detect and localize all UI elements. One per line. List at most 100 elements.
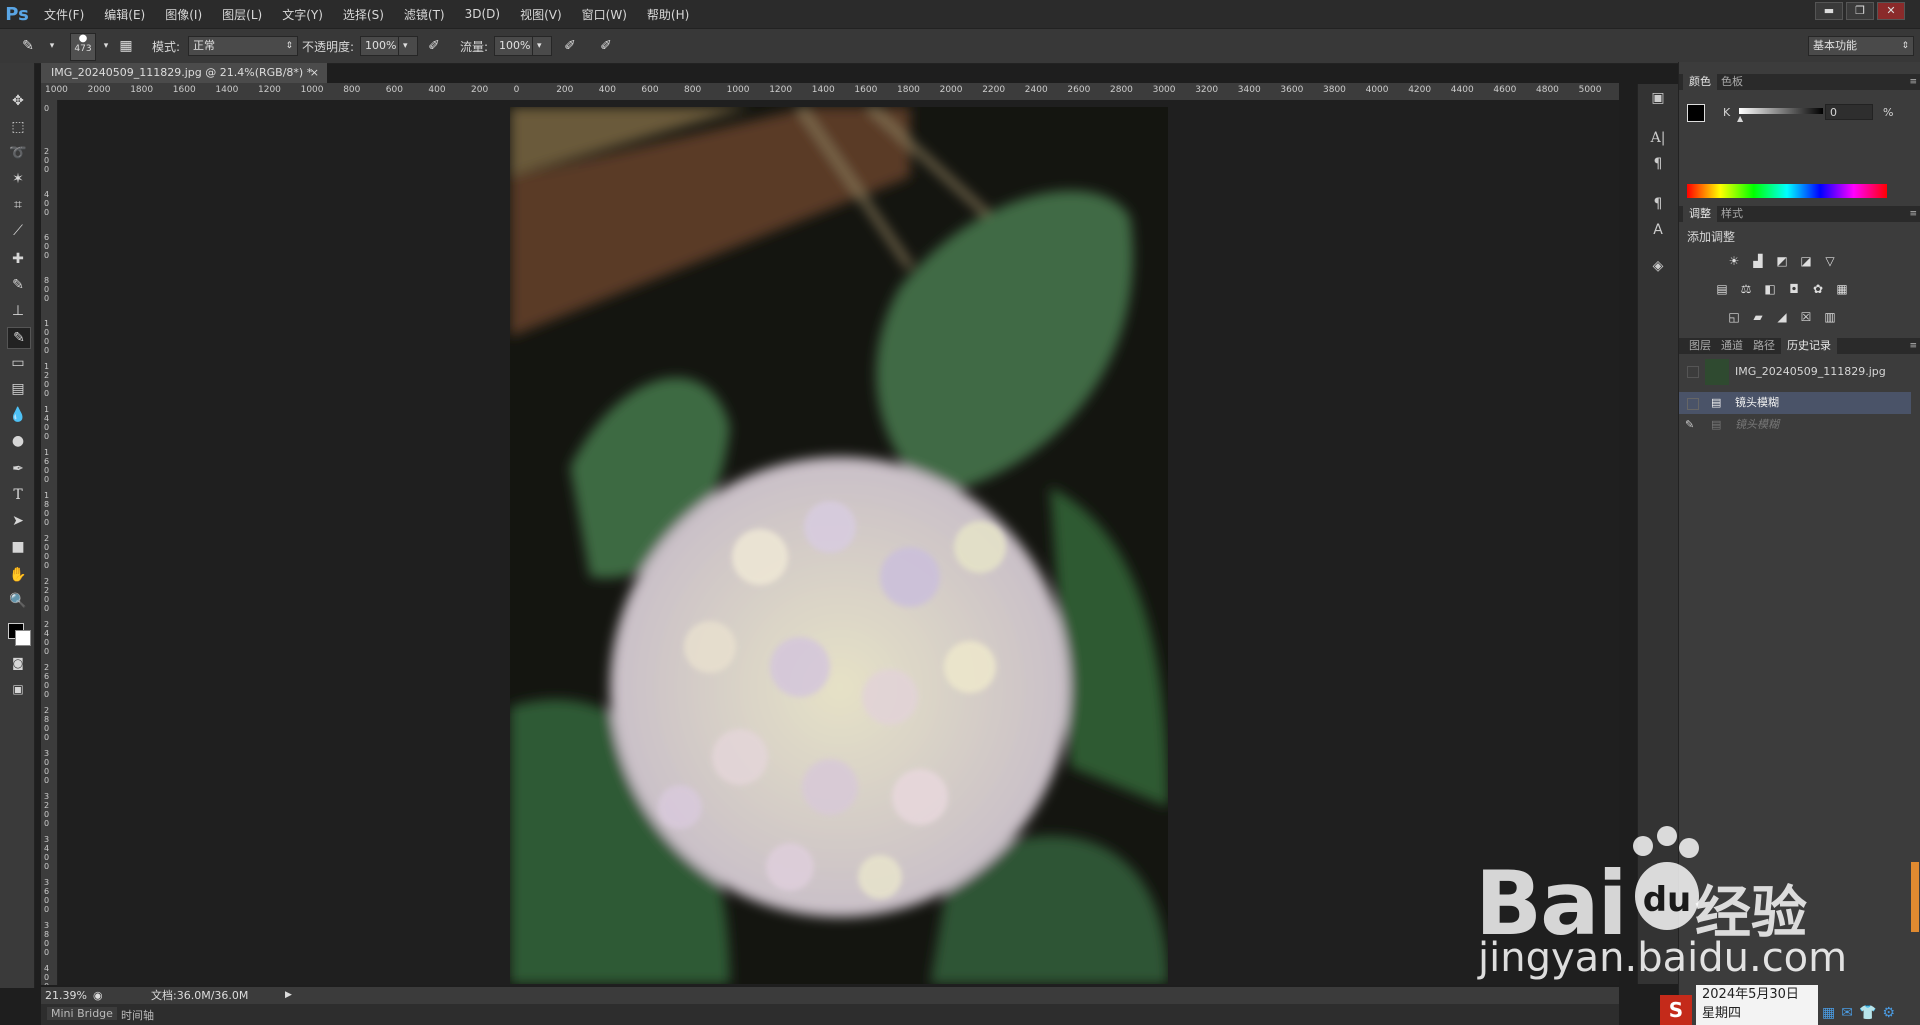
status-menu-arrow-icon[interactable]: ▶ (285, 987, 292, 1004)
flow-dropdown[interactable]: ▾ (532, 36, 552, 56)
pressure-opacity-icon[interactable]: ✐ (424, 36, 444, 56)
vibrance-icon[interactable]: ▽ (1821, 254, 1839, 268)
quick-mask-icon[interactable]: ◙ (7, 653, 29, 673)
brush-preset-picker[interactable]: ● 473 (70, 33, 96, 61)
restore-button[interactable]: ❐ (1846, 2, 1874, 20)
document-image[interactable] (510, 107, 1168, 984)
history-brush-tool-icon[interactable]: ✎ (18, 36, 38, 56)
close-tab-icon[interactable]: × (310, 63, 319, 83)
zoom-tool-icon[interactable]: 🔍 (7, 591, 29, 611)
healing-brush-tool-icon[interactable]: ✚ (7, 249, 29, 269)
menu-select[interactable]: 选择(S) (333, 6, 394, 23)
tab-timeline[interactable]: 时间轴 (121, 1007, 154, 1023)
taskbar-clock[interactable]: 2024年5月30日 星期四 (1696, 985, 1818, 1025)
clone-stamp-tool-icon[interactable]: ⊥ (7, 301, 29, 321)
tab-mini-bridge[interactable]: Mini Bridge (47, 1007, 117, 1020)
minimize-button[interactable]: ▬ (1815, 2, 1843, 20)
pen-tool-icon[interactable]: ✒ (7, 459, 29, 479)
background-color-swatch[interactable] (15, 630, 31, 646)
threshold-icon[interactable]: ◢ (1773, 310, 1791, 324)
path-selection-tool-icon[interactable]: ➤ (7, 511, 29, 531)
menu-help[interactable]: 帮助(H) (637, 6, 699, 23)
chevron-down-icon[interactable]: ▾ (96, 36, 116, 56)
tab-history[interactable]: 历史记录 (1781, 338, 1837, 354)
menu-edit[interactable]: 编辑(E) (94, 6, 155, 23)
hand-tool-icon[interactable]: ✋ (7, 565, 29, 585)
eraser-tool-icon[interactable]: ▭ (7, 353, 29, 373)
opacity-dropdown[interactable]: ▾ (398, 36, 418, 56)
lasso-tool-icon[interactable]: ➰ (7, 143, 29, 163)
character-styles-icon[interactable]: A (1648, 220, 1668, 240)
sogou-ime-icon[interactable]: S (1660, 995, 1692, 1025)
airbrush-icon[interactable]: ✐ (560, 36, 580, 56)
panel-menu-icon[interactable]: ≡ (1909, 206, 1917, 222)
move-tool-icon[interactable]: ✥ (7, 91, 29, 111)
chevron-down-icon[interactable]: ▾ (42, 36, 62, 56)
tab-styles[interactable]: 样式 (1715, 206, 1749, 222)
hue-saturation-icon[interactable]: ▤ (1713, 282, 1731, 296)
scroll-indicator[interactable] (1911, 862, 1919, 932)
menu-3d[interactable]: 3D(D) (455, 7, 510, 21)
exposure-icon[interactable]: ◪ (1797, 254, 1815, 268)
history-brush-source-icon[interactable]: ✎ (1685, 414, 1694, 436)
history-brush-tool-icon[interactable]: ✎ (7, 327, 31, 349)
selective-color-icon[interactable]: ☒ (1797, 310, 1815, 324)
document-tab[interactable]: IMG_20240509_111829.jpg @ 21.4%(RGB/8*) … (41, 63, 327, 83)
gradient-tool-icon[interactable]: ▤ (7, 379, 29, 399)
character-panel-icon[interactable]: A| (1648, 128, 1668, 148)
close-window-button[interactable]: ✕ (1877, 2, 1905, 20)
tab-color[interactable]: 颜色 (1683, 74, 1717, 90)
channel-mixer-icon[interactable]: ✿ (1809, 282, 1827, 296)
foreground-color-swatch[interactable] (1687, 104, 1705, 122)
brush-tool-icon[interactable]: ✎ (7, 275, 29, 295)
paragraph-panel-icon[interactable]: ¶ (1648, 154, 1668, 174)
menu-image[interactable]: 图像(I) (155, 6, 212, 23)
magic-wand-tool-icon[interactable]: ✶ (7, 169, 29, 189)
crop-tool-icon[interactable]: ⌗ (7, 195, 29, 215)
menu-type[interactable]: 文字(Y) (272, 6, 333, 23)
rectangle-tool-icon[interactable]: ■ (7, 537, 29, 557)
slider-handle-icon[interactable]: ▲ (1737, 114, 1743, 123)
panel-menu-icon[interactable]: ≡ (1909, 74, 1917, 90)
menu-filter[interactable]: 滤镜(T) (394, 6, 455, 23)
menu-layer[interactable]: 图层(L) (212, 6, 272, 23)
color-spectrum-bar[interactable] (1687, 184, 1887, 198)
tab-layers[interactable]: 图层 (1683, 338, 1717, 354)
history-panel-icon[interactable]: ▣ (1648, 88, 1668, 108)
menu-view[interactable]: 视图(V) (510, 6, 572, 23)
dodge-tool-icon[interactable]: ● (7, 431, 29, 451)
marquee-tool-icon[interactable]: ⬚ (7, 117, 29, 137)
black-white-icon[interactable]: ◧ (1761, 282, 1779, 296)
workspace-select[interactable]: 基本功能 ⇕ (1808, 36, 1914, 56)
menu-file[interactable]: 文件(F) (34, 6, 94, 23)
zoom-level[interactable]: 21.39% (45, 987, 87, 1004)
history-snapshot[interactable]: IMG_20240509_111829.jpg (1679, 356, 1911, 388)
k-value-input[interactable]: 0 (1825, 104, 1873, 120)
brush-panel-icon[interactable]: ▦ (116, 36, 136, 56)
screen-mode-icon[interactable]: ▣ (7, 679, 29, 699)
eyedropper-tool-icon[interactable]: ⟋ (7, 221, 29, 241)
mode-select[interactable]: 正常 ⇕ (188, 36, 298, 56)
pressure-size-icon[interactable]: ✐ (596, 36, 616, 56)
gradient-map-icon[interactable]: ▥ (1821, 310, 1839, 324)
tab-paths[interactable]: 路径 (1747, 338, 1781, 354)
paragraph-styles-icon[interactable]: ¶ (1648, 194, 1668, 214)
panel-menu-icon[interactable]: ≡ (1909, 338, 1917, 354)
levels-icon[interactable]: ▟ (1749, 254, 1767, 268)
3d-panel-icon[interactable]: ◈ (1648, 256, 1668, 276)
history-state-row[interactable]: ▤ 镜头模糊 (1679, 392, 1911, 414)
invert-icon[interactable]: ◱ (1725, 310, 1743, 324)
blur-tool-icon[interactable]: 💧 (7, 405, 29, 425)
color-balance-icon[interactable]: ⚖ (1737, 282, 1755, 296)
tab-channels[interactable]: 通道 (1715, 338, 1749, 354)
color-lookup-icon[interactable]: ▦ (1833, 282, 1851, 296)
flow-input[interactable]: 100% (494, 36, 536, 56)
status-info-icon[interactable]: ◉ (93, 987, 103, 1004)
k-slider[interactable] (1739, 108, 1823, 114)
tray-icons[interactable]: ▦✉👕⚙ (1822, 1005, 1920, 1025)
history-source-checkbox[interactable] (1687, 398, 1699, 410)
tab-adjustments[interactable]: 调整 (1683, 206, 1717, 222)
type-tool-icon[interactable]: T (7, 485, 29, 505)
history-source-checkbox[interactable] (1687, 366, 1699, 378)
brightness-icon[interactable]: ☀ (1725, 254, 1743, 268)
